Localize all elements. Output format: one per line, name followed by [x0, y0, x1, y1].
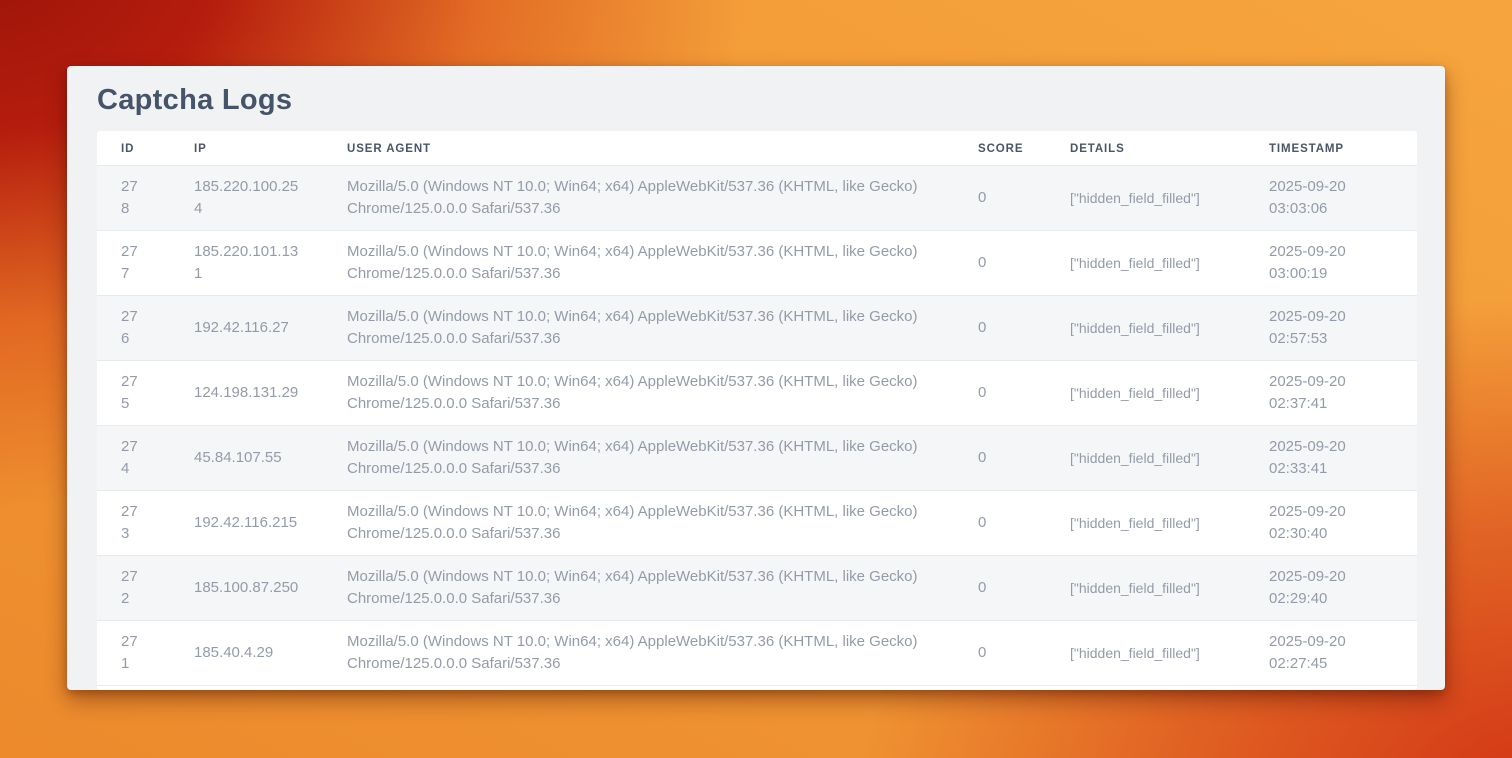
cell-ip: 185.220.100.254: [170, 166, 323, 231]
cell-score: 0: [954, 296, 1046, 361]
cell-user-agent: Mozilla/5.0 (Windows NT 10.0; Win64; x64…: [323, 491, 954, 556]
cell-details: ["hidden_field_filled"]: [1046, 231, 1245, 296]
cell-user-agent: Mozilla/5.0 (Windows NT 10.0; Win64; x64…: [323, 621, 954, 686]
cell-timestamp: 2025-09-20 02:33:41: [1245, 426, 1417, 491]
cell-user-agent: Mozilla/5.0 (Windows NT 10.0; Win64; x64…: [323, 361, 954, 426]
cell-details: ["hidden_field_filled"]: [1046, 621, 1245, 686]
table-row: 271 185.40.4.29 Mozilla/5.0 (Windows NT …: [97, 621, 1417, 686]
cell-user-agent: Mozilla/5.0 (Windows NT 10.0; Win64; x64…: [323, 426, 954, 491]
cell-details: ["hidden_field_filled"]: [1046, 491, 1245, 556]
cell-timestamp: 2025-09-20 02:27:45: [1245, 621, 1417, 686]
cell-ip: 124.198.131.29: [170, 361, 323, 426]
cell-id: 274: [97, 426, 170, 491]
column-header-details: DETAILS: [1046, 131, 1245, 166]
cell-timestamp: 2025-09-20 03:00:19: [1245, 231, 1417, 296]
cell-score: 0: [954, 361, 1046, 426]
cell-score: 0: [954, 231, 1046, 296]
cell-score: 0: [954, 166, 1046, 231]
cell-details: ["hidden_field_filled"]: [1046, 426, 1245, 491]
captcha-logs-table: ID IP USER AGENT SCORE DETAILS TIMESTAMP…: [97, 131, 1417, 686]
table-row: 278 185.220.100.254 Mozilla/5.0 (Windows…: [97, 166, 1417, 231]
cell-score: 0: [954, 491, 1046, 556]
table-row: 276 192.42.116.27 Mozilla/5.0 (Windows N…: [97, 296, 1417, 361]
column-header-score: SCORE: [954, 131, 1046, 166]
captcha-logs-table-container: ID IP USER AGENT SCORE DETAILS TIMESTAMP…: [97, 131, 1417, 690]
column-header-id: ID: [97, 131, 170, 166]
cell-ip: 185.100.87.250: [170, 556, 323, 621]
cell-id: 273: [97, 491, 170, 556]
cell-details: ["hidden_field_filled"]: [1046, 296, 1245, 361]
table-body: 278 185.220.100.254 Mozilla/5.0 (Windows…: [97, 166, 1417, 686]
cell-id: 272: [97, 556, 170, 621]
table-header: ID IP USER AGENT SCORE DETAILS TIMESTAMP: [97, 131, 1417, 166]
cell-user-agent: Mozilla/5.0 (Windows NT 10.0; Win64; x64…: [323, 556, 954, 621]
cell-id: 278: [97, 166, 170, 231]
cell-ip: 185.40.4.29: [170, 621, 323, 686]
column-header-ip: IP: [170, 131, 323, 166]
desktop-background: { "page": { "title": "Captcha Logs" }, "…: [0, 0, 1512, 758]
cell-timestamp: 2025-09-20 03:03:06: [1245, 166, 1417, 231]
cell-score: 0: [954, 426, 1046, 491]
table-header-row: ID IP USER AGENT SCORE DETAILS TIMESTAMP: [97, 131, 1417, 166]
cell-details: ["hidden_field_filled"]: [1046, 556, 1245, 621]
table-row: 273 192.42.116.215 Mozilla/5.0 (Windows …: [97, 491, 1417, 556]
cell-user-agent: Mozilla/5.0 (Windows NT 10.0; Win64; x64…: [323, 231, 954, 296]
page-title: Captcha Logs: [97, 82, 1445, 119]
table-row: 277 185.220.101.131 Mozilla/5.0 (Windows…: [97, 231, 1417, 296]
cell-id: 271: [97, 621, 170, 686]
cell-details: ["hidden_field_filled"]: [1046, 361, 1245, 426]
cell-id: 277: [97, 231, 170, 296]
cell-id: 276: [97, 296, 170, 361]
table-row: 274 45.84.107.55 Mozilla/5.0 (Windows NT…: [97, 426, 1417, 491]
cell-timestamp: 2025-09-20 02:37:41: [1245, 361, 1417, 426]
cell-ip: 192.42.116.27: [170, 296, 323, 361]
cell-timestamp: 2025-09-20 02:57:53: [1245, 296, 1417, 361]
cell-id: 275: [97, 361, 170, 426]
cell-details: ["hidden_field_filled"]: [1046, 166, 1245, 231]
cell-user-agent: Mozilla/5.0 (Windows NT 10.0; Win64; x64…: [323, 166, 954, 231]
cell-user-agent: Mozilla/5.0 (Windows NT 10.0; Win64; x64…: [323, 296, 954, 361]
cell-ip: 185.220.101.131: [170, 231, 323, 296]
column-header-user-agent: USER AGENT: [323, 131, 954, 166]
captcha-logs-card: Captcha Logs ID IP USER AGENT SCORE DETA…: [67, 66, 1445, 690]
cell-score: 0: [954, 621, 1046, 686]
cell-timestamp: 2025-09-20 02:29:40: [1245, 556, 1417, 621]
table-row: 272 185.100.87.250 Mozilla/5.0 (Windows …: [97, 556, 1417, 621]
cell-ip: 45.84.107.55: [170, 426, 323, 491]
cell-score: 0: [954, 556, 1046, 621]
column-header-timestamp: TIMESTAMP: [1245, 131, 1417, 166]
table-row: 275 124.198.131.29 Mozilla/5.0 (Windows …: [97, 361, 1417, 426]
cell-timestamp: 2025-09-20 02:30:40: [1245, 491, 1417, 556]
cell-ip: 192.42.116.215: [170, 491, 323, 556]
